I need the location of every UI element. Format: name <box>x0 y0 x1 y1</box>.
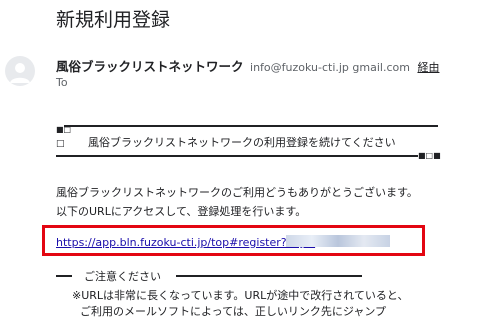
notes-line-1: ※URLは非常に長くなっています。URLが途中で改行されていると、 <box>72 289 409 302</box>
banner-top-rule <box>64 125 438 127</box>
banner-top-marker: ■□ <box>56 125 72 134</box>
notes-line-2: ご利用のメールソフトによっては、正しいリンク先にジャンプ <box>80 305 387 318</box>
email-subject: 新規利用登録 <box>56 9 171 31</box>
greeting-text: 風俗ブラックリストネットワークのご利用どうもありがとうございます。 <box>56 186 418 199</box>
to-label: To <box>56 76 68 89</box>
sender-line: 風俗ブラックリストネットワーク info@fuzoku-cti.jp gmail… <box>56 56 439 75</box>
notes-left-rule <box>56 275 72 277</box>
via-link[interactable]: 経由 <box>417 61 439 74</box>
notes-heading: ご注意ください <box>84 270 161 283</box>
notes-right-rule <box>176 275 362 277</box>
person-icon <box>10 63 30 83</box>
register-link[interactable]: https://app.bln.fuzoku-cti.jp/top#regist… <box>56 236 315 249</box>
sender-avatar[interactable] <box>5 56 35 86</box>
banner-text: 風俗ブラックリストネットワークの利用登録を続けてください <box>88 136 396 149</box>
instruction-text: 以下のURLにアクセスして、登録処理を行います。 <box>56 205 307 218</box>
banner-bottom-marker: ■□■ <box>418 151 441 160</box>
sender-name[interactable]: 風俗ブラックリストネットワーク <box>56 59 244 74</box>
redacted-key <box>286 235 390 247</box>
banner-bottom-rule <box>56 155 418 157</box>
sender-email: info@fuzoku-cti.jp gmail.com <box>250 61 410 74</box>
recipient-line[interactable]: To <box>56 76 68 89</box>
banner-bullet: □ <box>56 139 65 149</box>
